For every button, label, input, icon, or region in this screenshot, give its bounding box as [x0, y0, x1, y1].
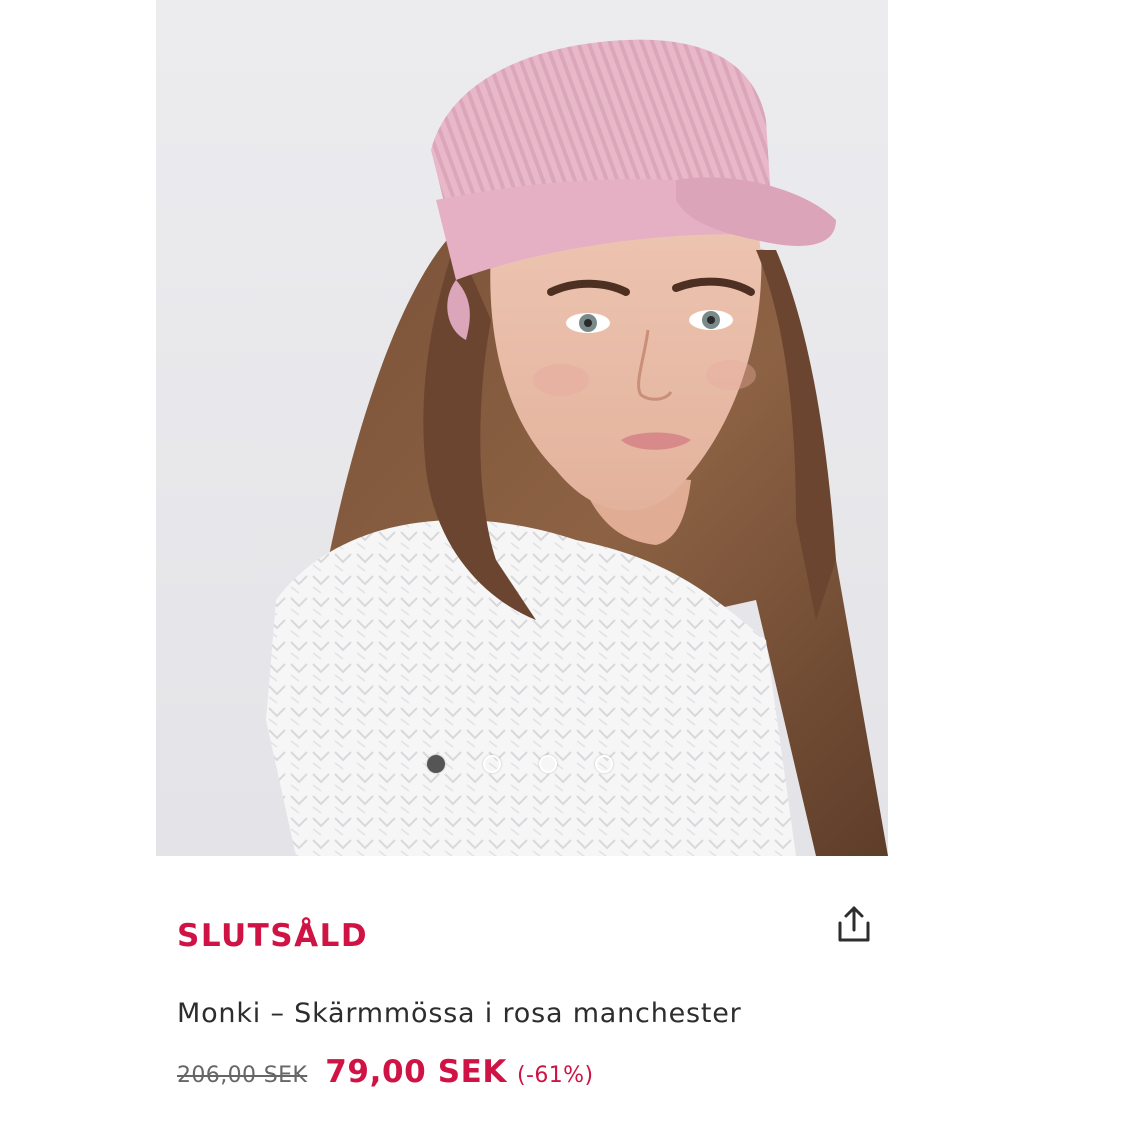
- price-row: 206,00 SEK 79,00 SEK (-61%): [177, 1054, 593, 1090]
- pagination-dot-1[interactable]: [427, 755, 445, 773]
- discount-badge: (-61%): [517, 1063, 594, 1088]
- product-title: Monki – Skärmmössa i rosa manchester: [177, 998, 742, 1029]
- pagination-dot-3[interactable]: [539, 755, 557, 773]
- sale-price: 79,00 SEK: [325, 1054, 508, 1090]
- image-pagination: [156, 755, 886, 777]
- pagination-dot-4[interactable]: [595, 755, 613, 773]
- product-page: SLUTSÅLD Monki – Skärmmössa i rosa manch…: [0, 0, 1125, 1125]
- original-price: 206,00 SEK: [177, 1063, 308, 1088]
- share-icon: [838, 906, 870, 942]
- pagination-dot-2[interactable]: [483, 755, 501, 773]
- product-image[interactable]: [156, 0, 888, 856]
- share-button[interactable]: [832, 902, 876, 946]
- product-photo: [156, 0, 888, 856]
- sold-out-label: SLUTSÅLD: [177, 918, 369, 954]
